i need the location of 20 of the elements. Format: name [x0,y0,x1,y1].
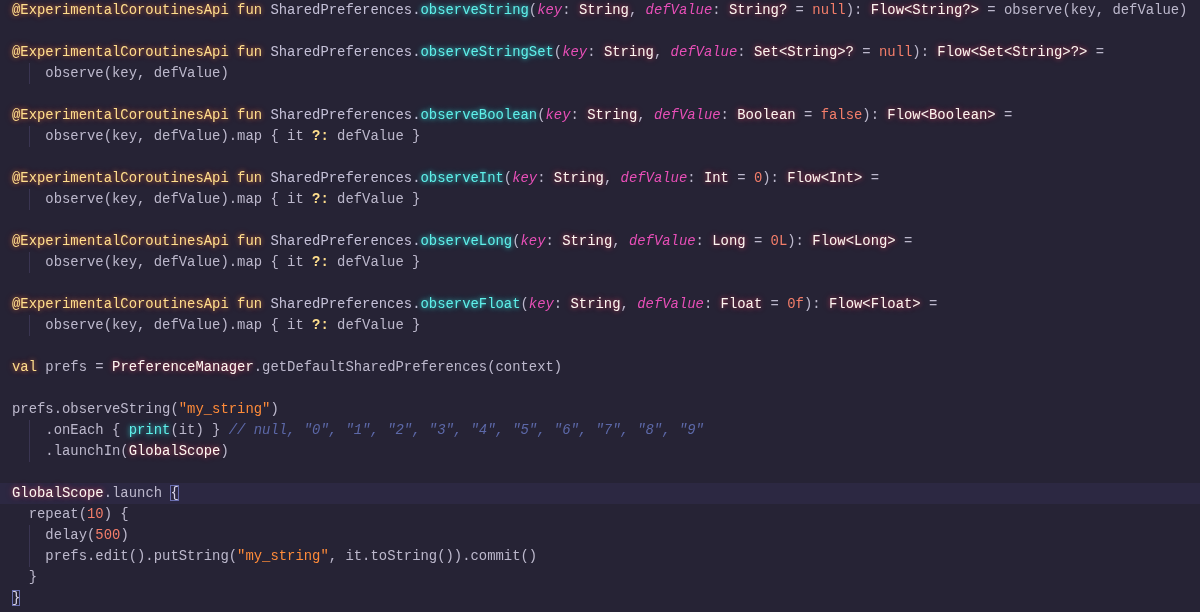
code-line: observe(key, defValue) [0,63,1200,84]
code-line: @ExperimentalCoroutinesApi fun SharedPreferences.observeLong(key: String, defValue: Long = 0L): Flow<Long> = [11,232,914,251]
code-line: } [27,568,38,587]
code-line: @ExperimentalCoroutinesApi fun SharedPreferences.observeBoolean(key: String, defValue: Boolean = false): Flow<Boolean> = [11,106,1014,125]
code-line: .launchIn(GlobalScope) [0,441,1200,462]
code-line: @ExperimentalCoroutinesApi fun SharedPreferences.observeString(key: String, defValue: String? = null): Flow<String?> = observe(key, defValue) [11,1,1189,20]
code-line: prefs.observeString("my_string") [11,400,280,419]
code-line: observe(key, defValue).map { it ?: defValue } [0,189,1200,210]
code-line: @ExperimentalCoroutinesApi fun SharedPreferences.observeStringSet(key: String, defValue: Set<String>? = null): Flow<Set<String>?> = [11,43,1106,62]
code-line: repeat(10) { [27,505,130,524]
code-line: prefs.edit().putString("my_string", it.toString()).commit() [0,546,1200,567]
code-line: @ExperimentalCoroutinesApi fun SharedPreferences.observeFloat(key: String, defValue: Float = 0f): Flow<Float> = [11,295,939,314]
code-line: } [11,589,22,608]
code-line: .onEach { print(it) } // null, "0", "1", "2", "3", "4", "5", "6", "7", "8", "9" [0,420,1200,441]
code-line: observe(key, defValue).map { it ?: defValue } [0,315,1200,336]
code-line: delay(500) [0,525,1200,546]
code-line: observe(key, defValue).map { it ?: defValue } [0,252,1200,273]
code-line: val prefs = PreferenceManager.getDefaultSharedPreferences(context) [11,358,564,377]
code-line: @ExperimentalCoroutinesApi fun SharedPreferences.observeInt(key: String, defValue: Int = 0): Flow<Int> = [11,169,880,188]
code-line: observe(key, defValue).map { it ?: defValue } [0,126,1200,147]
